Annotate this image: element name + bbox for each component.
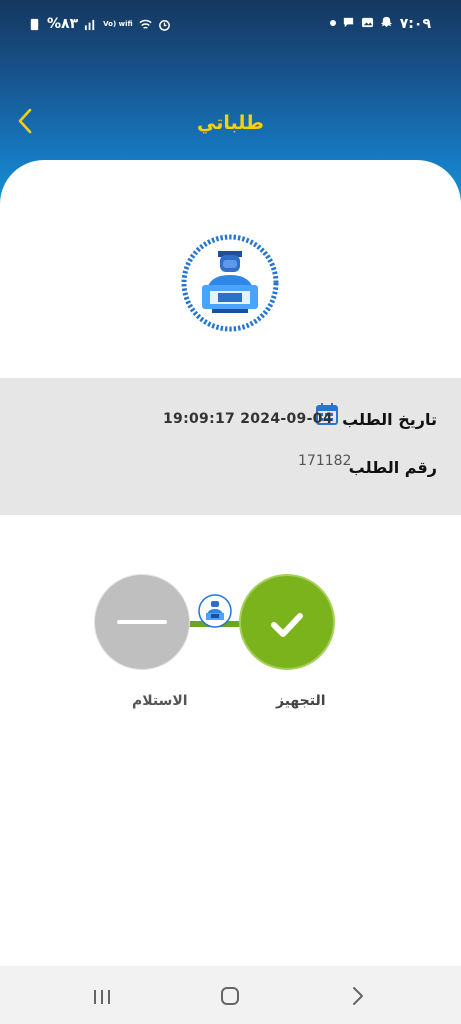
order-number-value: 171182 — [298, 453, 352, 469]
chat-icon — [343, 17, 354, 28]
status-system-icons: %٨٣ Vo) wifi — [28, 16, 171, 32]
volte-wifi-label: Vo) wifi — [103, 19, 133, 28]
wifi-icon — [139, 19, 152, 29]
recent-apps-icon[interactable] — [92, 988, 112, 1006]
order-number-label: رقم الطلب — [348, 458, 437, 477]
home-icon[interactable] — [220, 986, 240, 1006]
gallery-icon — [361, 17, 374, 28]
order-info-panel — [0, 378, 461, 515]
order-date-value: 19:09:17 2024-09-04 — [163, 411, 333, 427]
step-done-circle — [239, 574, 335, 670]
notification-dot-icon — [330, 19, 336, 26]
check-icon — [271, 613, 303, 637]
status-notification-icons — [330, 16, 393, 29]
alarm-icon — [158, 19, 170, 31]
page-title: طلباتي — [197, 112, 264, 134]
delivery-person-small-icon — [198, 594, 232, 628]
order-date-label: تاريخ الطلب — [342, 410, 437, 429]
battery-icon — [30, 18, 39, 30]
signal-icon — [85, 19, 95, 30]
step-label-preparing: التجهيز — [276, 693, 326, 709]
status-bar: ٧:٠٩ %٨٣ Vo) wifi — [0, 8, 461, 40]
status-time: ٧:٠٩ — [399, 16, 431, 32]
pending-dash-icon — [117, 620, 167, 624]
battery-percent: %٨٣ — [47, 16, 79, 32]
snapchat-icon — [380, 16, 393, 28]
delivery-person-icon — [181, 234, 279, 332]
step-pending-circle — [94, 574, 190, 670]
system-back-icon[interactable] — [350, 986, 366, 1006]
step-label-receiving: الاستلام — [132, 693, 188, 709]
